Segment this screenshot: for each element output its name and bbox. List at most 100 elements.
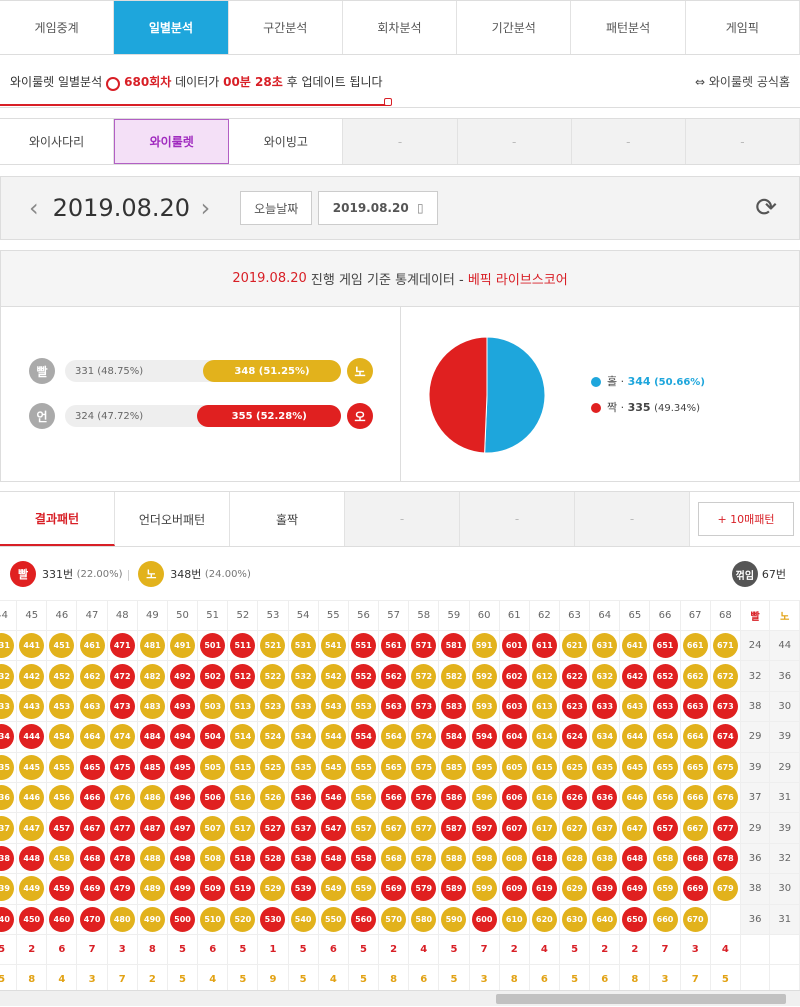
result-ball: 462 — [79, 663, 105, 689]
game-tab-2[interactable]: 와이빙고 — [229, 119, 344, 164]
grid-col-header: 45 — [16, 600, 48, 631]
result-ball: 525 — [260, 754, 286, 780]
grid-cell: 557 — [347, 812, 380, 844]
result-ball: 553 — [350, 693, 376, 719]
result-ball: 447 — [19, 815, 45, 841]
result-ball: 527 — [260, 815, 286, 841]
result-ball: 644 — [622, 724, 648, 750]
nav-tab-3[interactable]: 회차분석 — [343, 1, 458, 54]
result-ball: 619 — [531, 876, 557, 902]
game-tab-1[interactable]: 와이룰렛 — [114, 119, 230, 164]
result-ball: 584 — [441, 724, 467, 750]
nav-tab-5[interactable]: 패턴분석 — [571, 1, 686, 54]
prev-date-icon[interactable]: ‹ — [29, 194, 39, 222]
pattern-tab-5[interactable]: - — [575, 492, 690, 546]
nav-tab-6[interactable]: 게임픽 — [686, 1, 800, 54]
grid-cell: 618 — [528, 842, 560, 875]
result-ball: 574 — [411, 724, 437, 750]
row-count: 29 — [769, 751, 800, 783]
game-tab-3[interactable]: - — [343, 119, 458, 164]
grid-cell: 579 — [408, 873, 440, 905]
result-ball: 551 — [350, 633, 376, 659]
footer-red-count: 2 — [589, 933, 621, 966]
result-ball: 616 — [531, 785, 557, 811]
result-ball: 607 — [501, 815, 527, 841]
today-button[interactable]: 오늘날짜 — [240, 191, 313, 225]
odd-label: 홀 — [607, 375, 618, 388]
grid-cell: 670 — [679, 903, 711, 935]
footer-red-count: 5 — [347, 933, 380, 966]
result-ball: 598 — [471, 845, 497, 871]
grid-cell: 668 — [679, 842, 711, 875]
grid-col-header: 46 — [46, 600, 78, 631]
grid-cell: 497 — [166, 812, 199, 844]
scrollbar-thumb[interactable] — [496, 994, 786, 1004]
ten-pattern-button[interactable]: + 10매패턴 — [698, 502, 794, 536]
grid-cell: 608 — [498, 842, 530, 875]
result-ball: 460 — [49, 906, 75, 932]
row-count: 31 — [769, 903, 800, 935]
result-ball: 529 — [260, 876, 286, 902]
result-ball: 473 — [109, 693, 135, 719]
grid-cell: 587 — [438, 812, 470, 844]
result-ball: 638 — [592, 845, 618, 871]
result-ball: 535 — [290, 754, 316, 780]
result-ball: 528 — [260, 845, 286, 871]
result-ball: 602 — [501, 663, 527, 689]
grid-cell: 658 — [649, 842, 681, 875]
result-ball: 674 — [712, 724, 738, 750]
grid-cell: 567 — [378, 812, 410, 844]
result-ball: 614 — [531, 724, 557, 750]
pattern-tab-1[interactable]: 언더오버패턴 — [115, 492, 230, 546]
grid-col-header: 56 — [347, 600, 380, 631]
grid-cell: 493 — [166, 690, 199, 723]
next-date-icon[interactable]: › — [201, 194, 211, 222]
result-ball: 508 — [200, 845, 226, 871]
date-picker[interactable]: 2019.08.20 ▯ — [318, 191, 439, 225]
grid-cell: 473 — [106, 690, 138, 723]
grid-cell: 491 — [166, 629, 199, 662]
nav-tab-0[interactable]: 게임중계 — [0, 1, 115, 54]
result-ball: 477 — [109, 815, 135, 841]
nav-tab-4[interactable]: 기간분석 — [457, 1, 572, 54]
result-ball: 540 — [290, 906, 316, 932]
grid-cell: 676 — [709, 781, 741, 814]
horizontal-scrollbar[interactable] — [0, 990, 800, 1006]
pattern-tab-4[interactable]: - — [460, 492, 575, 546]
grid-cell: 544 — [317, 721, 349, 753]
footer-red-count: 5 — [227, 933, 259, 966]
grid-cell: 461 — [76, 629, 108, 662]
result-ball: 669 — [682, 876, 708, 902]
result-ball: 654 — [652, 724, 678, 750]
result-ball: 458 — [49, 845, 75, 871]
game-tab-0[interactable]: 와이사다리 — [0, 119, 115, 164]
turn-count: 67번 — [761, 568, 786, 581]
row-count: 29 — [739, 812, 771, 844]
nav-tab-2[interactable]: 구간분석 — [229, 1, 343, 54]
game-tab-6[interactable]: - — [685, 119, 800, 164]
refresh-icon[interactable]: ⟳ — [755, 193, 777, 223]
grid-cell: 529 — [257, 873, 289, 905]
result-ball: 536 — [290, 785, 316, 811]
nav-tab-1[interactable]: 일별분석 — [114, 1, 229, 54]
game-tab-4[interactable]: - — [457, 119, 572, 164]
result-ball: 637 — [592, 815, 618, 841]
game-tab-5[interactable]: - — [571, 119, 686, 164]
game-tabs: 와이사다리 와이룰렛 와이빙고 - - - - — [0, 118, 800, 165]
result-ball: 530 — [260, 906, 286, 932]
pattern-tab-3[interactable]: - — [345, 492, 460, 546]
grid-col-header: 44 — [0, 600, 18, 631]
pattern-tab-2[interactable]: 홀짝 — [230, 492, 345, 546]
row-count: 38 — [739, 873, 771, 905]
footer-red-count: 4 — [709, 933, 741, 966]
result-ball: 563 — [381, 693, 407, 719]
grid-cell: 642 — [619, 660, 651, 692]
grid-cell: 623 — [558, 690, 591, 723]
result-ball: 464 — [79, 724, 105, 750]
official-home-link[interactable]: ⇔ 와이룰렛 공식홈 — [695, 73, 790, 90]
result-ball: 570 — [381, 906, 407, 932]
grid-cell: 479 — [106, 873, 138, 905]
link-icon: ⇔ — [695, 75, 709, 89]
grid-col-header: 68 — [709, 600, 741, 631]
pattern-tab-0[interactable]: 결과패턴 — [0, 492, 115, 546]
